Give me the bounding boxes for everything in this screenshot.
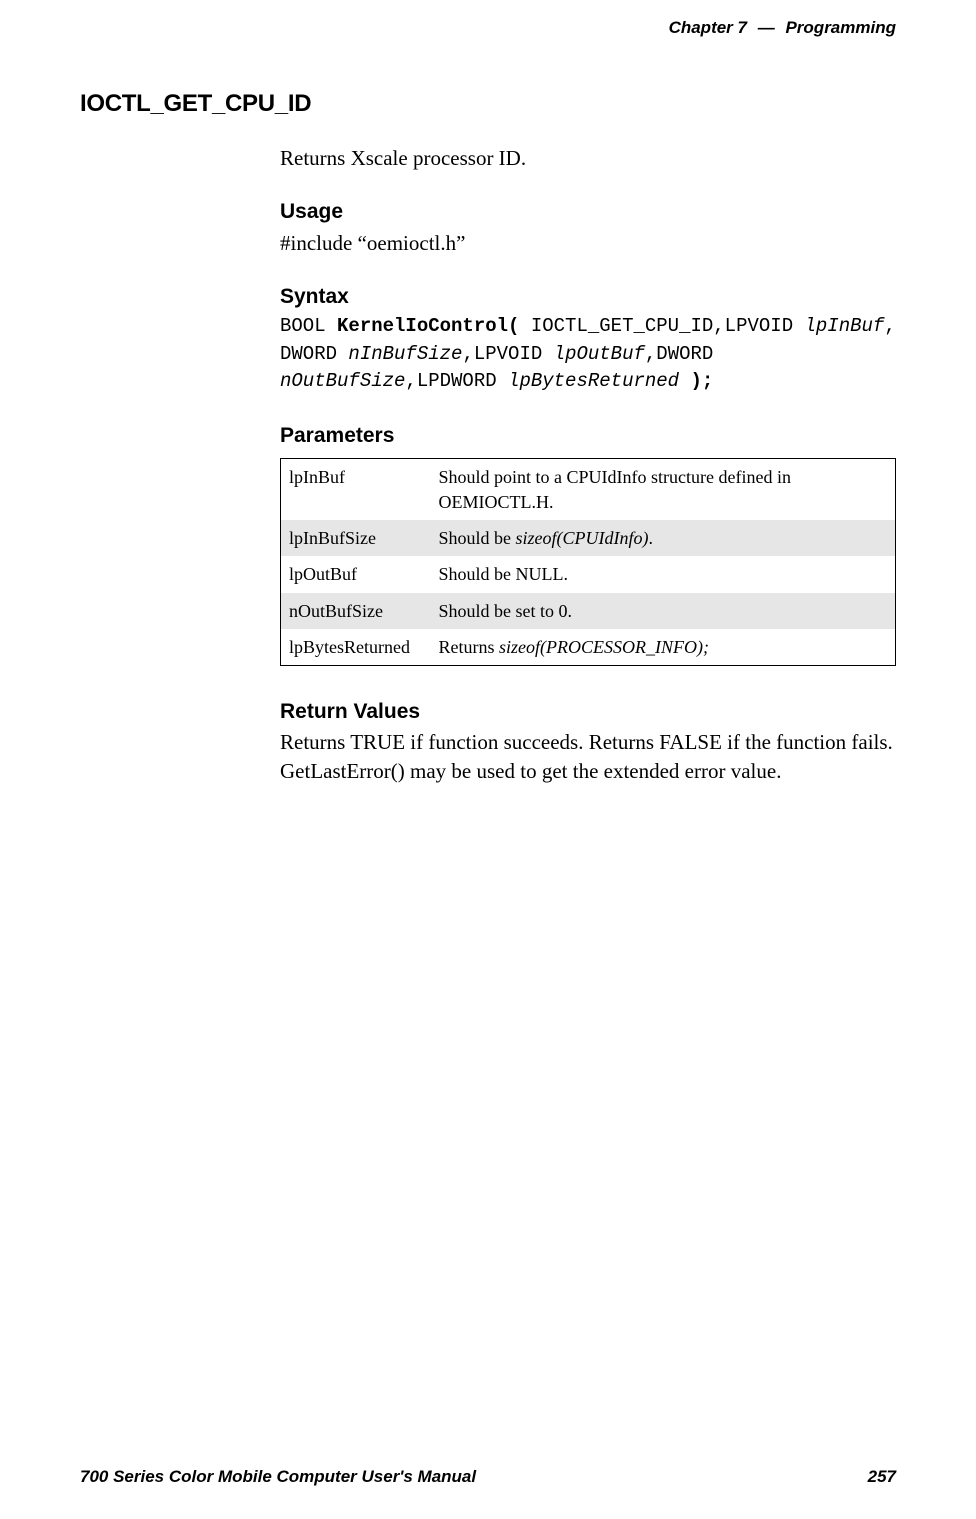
syntax-token: ,DWORD [645,343,713,365]
syntax-code: BOOL KernelIoControl( IOCTL_GET_CPU_ID,L… [280,313,896,396]
syntax-token: ); [679,370,713,392]
param-desc: Should point to a CPUIdInfo structure de… [431,459,896,520]
usage-heading: Usage [280,198,896,226]
manual-title: 700 Series Color Mobile Computer User's … [80,1467,476,1487]
table-row: nOutBufSize Should be set to 0. [281,593,896,629]
param-name: lpInBufSize [281,520,431,556]
param-name: nOutBufSize [281,593,431,629]
chapter-number: 7 [738,18,747,37]
syntax-token: KernelIoControl( [337,315,519,337]
syntax-token: ,LPDWORD [405,370,508,392]
syntax-token: IOCTL_GET_CPU_ID,LPVOID [519,315,804,337]
section-title: IOCTL_GET_CPU_ID [80,90,896,118]
syntax-token: lpOutBuf [554,343,645,365]
parameters-heading: Parameters [280,422,896,450]
parameters-table: lpInBuf Should point to a CPUIdInfo stru… [280,458,896,666]
syntax-token: lpBytesReturned [508,370,679,392]
return-values-body: Returns TRUE if function succeeds. Retur… [280,728,896,785]
syntax-token: BOOL [280,315,337,337]
table-row: lpBytesReturned Returns sizeof(PROCESSOR… [281,629,896,666]
param-name: lpInBuf [281,459,431,520]
syntax-token: lpInBuf [805,315,885,337]
syntax-token: nOutBufSize [280,370,405,392]
syntax-token: ,LPVOID [462,343,553,365]
param-name: lpBytesReturned [281,629,431,666]
header-separator: — [758,18,775,38]
return-values-heading: Return Values [280,698,896,726]
table-row: lpInBuf Should point to a CPUIdInfo stru… [281,459,896,520]
chapter-label: Chapter [669,18,733,37]
param-desc: Should be set to 0. [431,593,896,629]
content-column: Returns Xscale processor ID. Usage #incl… [280,144,896,785]
param-desc: Should be sizeof(CPUIdInfo). [431,520,896,556]
table-row: lpInBufSize Should be sizeof(CPUIdInfo). [281,520,896,556]
syntax-heading: Syntax [280,283,896,311]
intro-text: Returns Xscale processor ID. [280,144,896,172]
page-number: 257 [868,1467,896,1487]
chapter-title: Programming [785,18,896,37]
page-footer: 700 Series Color Mobile Computer User's … [80,1467,896,1487]
param-name: lpOutBuf [281,556,431,592]
running-header: Chapter 7 — Programming [669,18,896,38]
param-desc: Should be NULL. [431,556,896,592]
syntax-token: nInBufSize [348,343,462,365]
table-row: lpOutBuf Should be NULL. [281,556,896,592]
page: Chapter 7 — Programming IOCTL_GET_CPU_ID… [0,0,976,1519]
usage-text: #include “oemioctl.h” [280,229,896,257]
param-desc: Returns sizeof(PROCESSOR_INFO); [431,629,896,666]
